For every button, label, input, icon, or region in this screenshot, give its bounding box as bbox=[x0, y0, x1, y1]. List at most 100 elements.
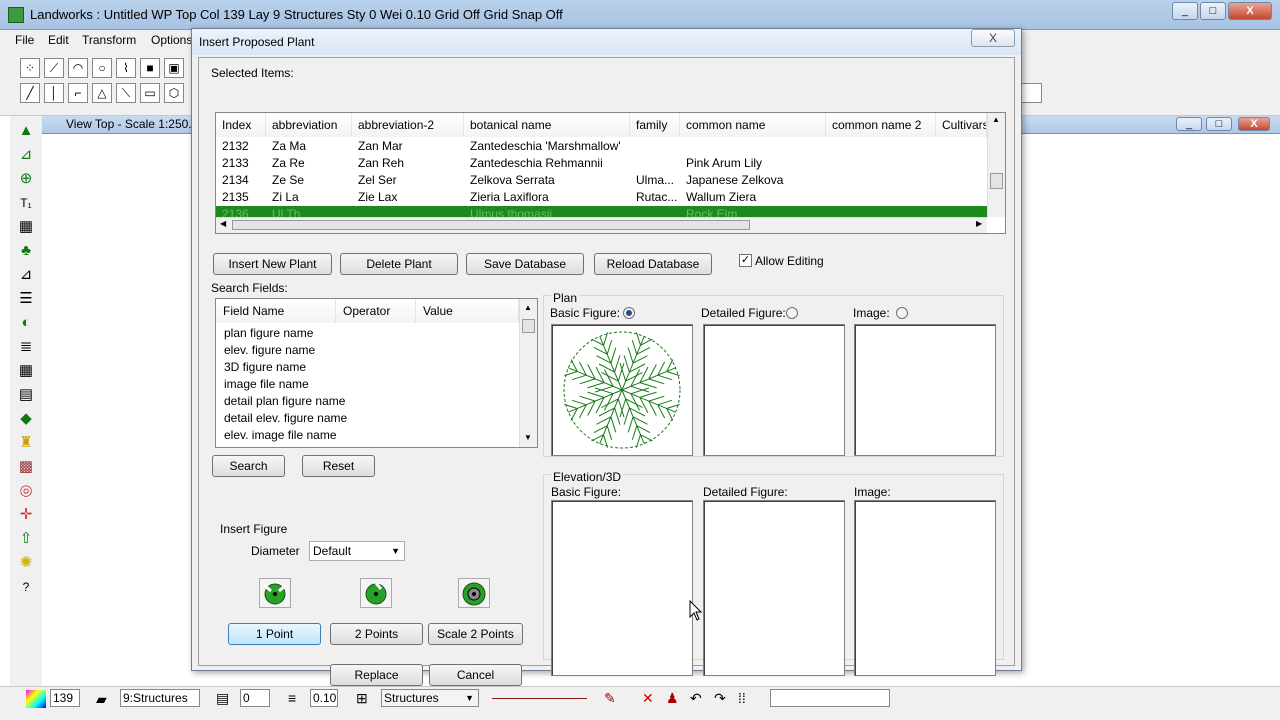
scroll-thumb[interactable] bbox=[990, 173, 1003, 189]
hscroll-thumb[interactable] bbox=[232, 220, 750, 230]
toolbar-extra-icon[interactable] bbox=[1020, 83, 1042, 103]
maximize-button[interactable]: □ bbox=[1200, 2, 1226, 20]
insert-new-plant-button[interactable]: Insert New Plant bbox=[213, 253, 332, 275]
vertical-line-tool-icon[interactable]: │ bbox=[44, 83, 64, 103]
triangle-tool-icon[interactable]: △ bbox=[92, 83, 112, 103]
save-database-button[interactable]: Save Database bbox=[466, 253, 584, 275]
eyedropper-icon[interactable]: ✎ bbox=[604, 690, 616, 707]
menu-edit[interactable]: Edit bbox=[48, 33, 69, 47]
image-tool-icon[interactable]: ▣ bbox=[164, 58, 184, 78]
column-header-abbreviation[interactable]: abbreviation bbox=[266, 113, 352, 137]
style-field[interactable]: 0 bbox=[240, 689, 270, 707]
color-number-field[interactable]: 139 bbox=[50, 689, 80, 707]
angle-tool-icon[interactable]: ⌐ bbox=[68, 83, 88, 103]
redo-icon[interactable]: ↷ bbox=[714, 690, 726, 707]
undo-icon[interactable]: ↶ bbox=[690, 690, 702, 707]
column-header-index[interactable]: Index bbox=[216, 113, 266, 137]
light-tool-icon[interactable]: ♜ bbox=[14, 432, 38, 454]
column-header-common-name[interactable]: common name bbox=[680, 113, 826, 137]
search-list-scrollbar[interactable]: ▲ ▼ bbox=[519, 299, 537, 447]
structures-select[interactable]: Structures ▼ bbox=[381, 689, 479, 707]
diagonal-line-tool-icon[interactable]: ╱ bbox=[20, 83, 40, 103]
zigzag-tool-icon[interactable]: ⟍ bbox=[116, 83, 136, 103]
paving-tool-icon[interactable]: ◆ bbox=[14, 408, 38, 430]
search-field-item[interactable]: elev. image file name bbox=[224, 427, 337, 444]
scale-two-points-button[interactable]: Scale 2 Points bbox=[428, 623, 523, 645]
delete-plant-button[interactable]: Delete Plant bbox=[340, 253, 458, 275]
table-tool-icon[interactable]: ▦ bbox=[14, 216, 38, 238]
text-tool-icon[interactable]: T₁ bbox=[14, 192, 38, 214]
table-row[interactable]: 2132 Za Ma Zan Mar Zantedeschia 'Marshmallo… bbox=[216, 138, 987, 155]
plan-image-radio[interactable] bbox=[896, 307, 908, 319]
column-header-value[interactable]: Value bbox=[416, 299, 519, 323]
minimize-button[interactable]: _ bbox=[1172, 2, 1198, 20]
table-row[interactable]: 2134 Ze Se Zel Ser Zelkova Serrata Ulma... Ja… bbox=[216, 172, 987, 189]
sun-tool-icon[interactable]: ✺ bbox=[14, 552, 38, 574]
plan-detailed-figure-radio[interactable] bbox=[786, 307, 798, 319]
table-horizontal-scrollbar[interactable]: ◀ ▶ bbox=[216, 217, 987, 233]
scroll-up-icon[interactable]: ▲ bbox=[524, 303, 532, 312]
table-row[interactable]: 2133 Za Re Zan Reh Zantedeschia Rehmannii Pi… bbox=[216, 155, 987, 172]
menu-file[interactable]: File bbox=[15, 33, 34, 47]
plant-tool-icon[interactable]: ♣ bbox=[14, 240, 38, 262]
polyline-tool-icon[interactable]: ⌇ bbox=[116, 58, 136, 78]
search-field-item[interactable]: 3D figure name bbox=[224, 359, 306, 376]
fill-tool-icon[interactable]: ■ bbox=[140, 58, 160, 78]
paint-icon[interactable]: ♟ bbox=[666, 690, 679, 707]
menu-transform[interactable]: Transform bbox=[82, 33, 136, 47]
color-swatch-icon[interactable] bbox=[26, 690, 46, 708]
shade-tool-icon[interactable]: ◐ bbox=[14, 312, 38, 334]
rectangle-tool-icon[interactable]: ▭ bbox=[140, 83, 160, 103]
hexagon-tool-icon[interactable]: ⬡ bbox=[164, 83, 184, 103]
line-tool-icon[interactable]: ⟋ bbox=[44, 58, 64, 78]
dimension-tool-icon[interactable]: ⊿ bbox=[14, 264, 38, 286]
command-field[interactable] bbox=[770, 689, 890, 707]
tree-tool-icon[interactable]: ▲ bbox=[14, 120, 38, 142]
view-restore-button[interactable]: □ bbox=[1206, 117, 1232, 131]
two-points-button[interactable]: 2 Points bbox=[330, 623, 423, 645]
search-field-item[interactable]: detail plan figure name bbox=[224, 393, 345, 410]
legend-tool-icon[interactable]: ☰ bbox=[14, 288, 38, 310]
label-tool-icon[interactable]: ⊿ bbox=[14, 144, 38, 166]
column-header-botanical-name[interactable]: botanical name bbox=[464, 113, 630, 137]
line-style-preview[interactable] bbox=[492, 698, 587, 699]
layer-field[interactable]: 9:Structures bbox=[120, 689, 200, 707]
weight-field[interactable]: 0.10 bbox=[310, 689, 338, 707]
reset-button[interactable]: Reset bbox=[302, 455, 375, 477]
arc-tool-icon[interactable]: ◠ bbox=[68, 58, 88, 78]
view-close-button[interactable]: X bbox=[1238, 117, 1270, 131]
circle-tool-icon[interactable]: ○ bbox=[92, 58, 112, 78]
menu-options[interactable]: Options bbox=[151, 33, 192, 47]
scroll-right-icon[interactable]: ▶ bbox=[976, 219, 982, 228]
delete-icon[interactable]: ✕ bbox=[642, 690, 654, 707]
schedule-tool-icon[interactable]: ≣ bbox=[14, 336, 38, 358]
one-point-button[interactable]: 1 Point bbox=[228, 623, 321, 645]
pipe-tool-icon[interactable]: ✛ bbox=[14, 504, 38, 526]
scroll-thumb[interactable] bbox=[522, 319, 535, 333]
replace-button[interactable]: Replace bbox=[330, 664, 423, 686]
search-button[interactable]: Search bbox=[212, 455, 285, 477]
point-tool-icon[interactable]: ⁘ bbox=[20, 58, 40, 78]
search-field-item[interactable]: detail elev. figure name bbox=[224, 410, 347, 427]
scroll-down-icon[interactable]: ▼ bbox=[524, 433, 532, 442]
cancel-button[interactable]: Cancel bbox=[429, 664, 522, 686]
arrow-tool-icon[interactable]: ⇧ bbox=[14, 528, 38, 550]
compass-tool-icon[interactable]: ⊕ bbox=[14, 168, 38, 190]
help-icon[interactable]: ? bbox=[14, 576, 38, 598]
app-close-button[interactable]: X bbox=[1228, 2, 1272, 20]
steps-tool-icon[interactable]: ▤ bbox=[14, 384, 38, 406]
scroll-left-icon[interactable]: ◀ bbox=[220, 219, 226, 228]
column-header-common-name-2[interactable]: common name 2 bbox=[826, 113, 936, 137]
dialog-close-button[interactable]: X bbox=[971, 29, 1015, 47]
reload-database-button[interactable]: Reload Database bbox=[594, 253, 712, 275]
search-field-item[interactable]: elev. figure name bbox=[224, 342, 315, 359]
column-header-field-name[interactable]: Field Name bbox=[216, 299, 336, 323]
grid-tool-icon[interactable]: ▦ bbox=[14, 360, 38, 382]
search-field-item[interactable]: plan figure name bbox=[224, 325, 313, 342]
plan-basic-figure-radio[interactable] bbox=[623, 307, 635, 319]
table-vertical-scrollbar[interactable]: ▲ bbox=[987, 113, 1005, 217]
view-minimize-button[interactable]: _ bbox=[1176, 117, 1202, 131]
wall-tool-icon[interactable]: ▩ bbox=[14, 456, 38, 478]
grid-snap-icon[interactable]: ⁞⁞ bbox=[738, 690, 746, 706]
search-field-item[interactable]: image file name bbox=[224, 376, 309, 393]
